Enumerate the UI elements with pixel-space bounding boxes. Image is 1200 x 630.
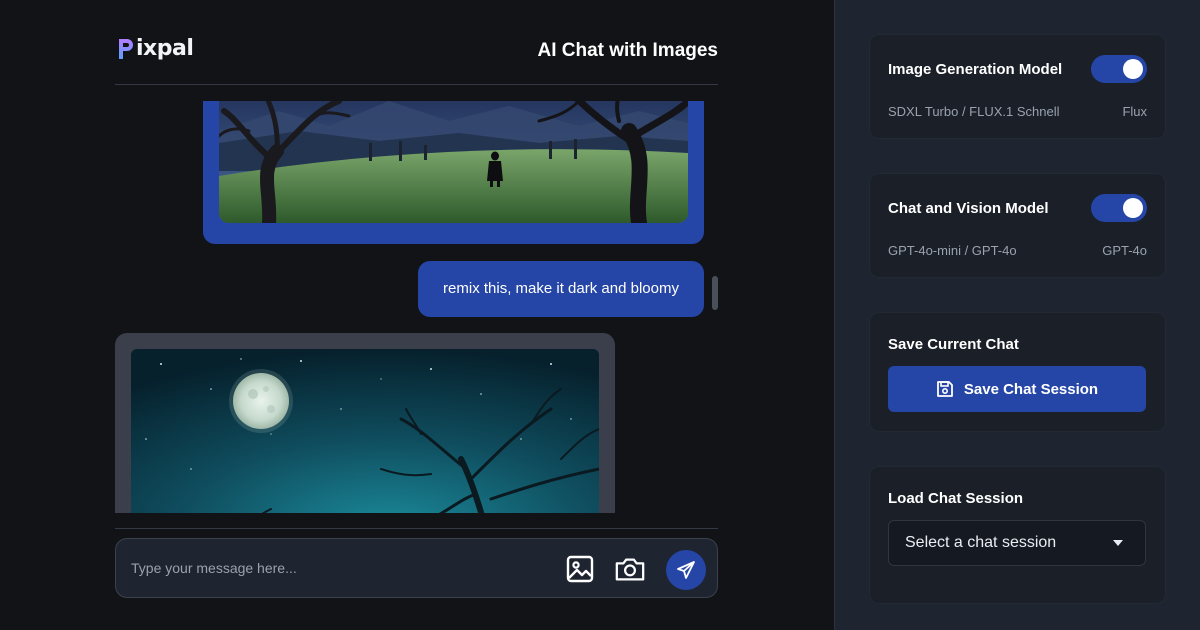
save-chat-card: Save Current Chat Save Chat Session bbox=[869, 312, 1166, 432]
message-input[interactable] bbox=[131, 553, 551, 583]
chat-area: ixpal AI Chat with Images remix this, ma… bbox=[0, 0, 834, 630]
chevron-down-icon bbox=[1113, 540, 1123, 546]
moonlit-image bbox=[131, 349, 599, 513]
message-list[interactable]: remix this, make it dark and bloomy bbox=[115, 101, 718, 513]
image-model-toggle[interactable] bbox=[1091, 55, 1147, 83]
toggle-knob bbox=[1123, 198, 1143, 218]
save-chat-session-label: Save Chat Session bbox=[963, 380, 1099, 398]
send-icon bbox=[677, 561, 695, 579]
user-message-bubble: remix this, make it dark and bloomy bbox=[418, 261, 704, 317]
generated-image[interactable] bbox=[219, 101, 688, 223]
chat-model-card: Chat and Vision Model GPT-4o-mini / GPT-… bbox=[869, 173, 1166, 278]
send-button[interactable] bbox=[666, 550, 706, 590]
message-composer bbox=[115, 538, 718, 598]
logo-icon bbox=[119, 38, 133, 59]
save-chat-title: Save Current Chat bbox=[888, 336, 1019, 353]
toggle-knob bbox=[1123, 59, 1143, 79]
page-title: AI Chat with Images bbox=[537, 40, 718, 61]
image-model-options: SDXL Turbo / FLUX.1 Schnell bbox=[888, 104, 1060, 119]
load-chat-card: Load Chat Session Select a chat session bbox=[869, 466, 1166, 604]
image-icon bbox=[566, 555, 594, 583]
image-model-selected: Flux bbox=[1122, 104, 1147, 119]
chat-model-title: Chat and Vision Model bbox=[888, 200, 1049, 217]
chat-model-options: GPT-4o-mini / GPT-4o bbox=[888, 243, 1017, 258]
load-chat-title: Load Chat Session bbox=[888, 490, 1024, 507]
image-model-card: Image Generation Model SDXL Turbo / FLUX… bbox=[869, 34, 1166, 139]
floppy-disk-icon bbox=[936, 381, 953, 397]
composer-divider bbox=[115, 528, 718, 529]
chat-session-select-value: Select a chat session bbox=[905, 534, 1057, 551]
brand-logo[interactable]: ixpal bbox=[117, 36, 194, 61]
assistant-image-bubble bbox=[203, 101, 704, 244]
camera-button[interactable] bbox=[614, 553, 646, 585]
save-chat-session-button[interactable]: Save Chat Session bbox=[888, 366, 1146, 412]
chat-session-select[interactable]: Select a chat session bbox=[888, 520, 1146, 566]
chat-model-selected: GPT-4o bbox=[1102, 243, 1147, 258]
generated-image[interactable] bbox=[131, 349, 599, 513]
chat-model-toggle[interactable] bbox=[1091, 194, 1147, 222]
assistant-image-bubble bbox=[115, 333, 615, 513]
landscape-image bbox=[219, 101, 688, 223]
attach-image-button[interactable] bbox=[564, 553, 596, 585]
scrollbar-thumb[interactable] bbox=[712, 276, 718, 310]
settings-sidebar: Image Generation Model SDXL Turbo / FLUX… bbox=[834, 0, 1200, 630]
image-model-title: Image Generation Model bbox=[888, 61, 1063, 78]
camera-icon bbox=[615, 558, 645, 581]
brand-name: ixpal bbox=[136, 36, 194, 61]
chat-header: ixpal AI Chat with Images bbox=[115, 30, 718, 85]
